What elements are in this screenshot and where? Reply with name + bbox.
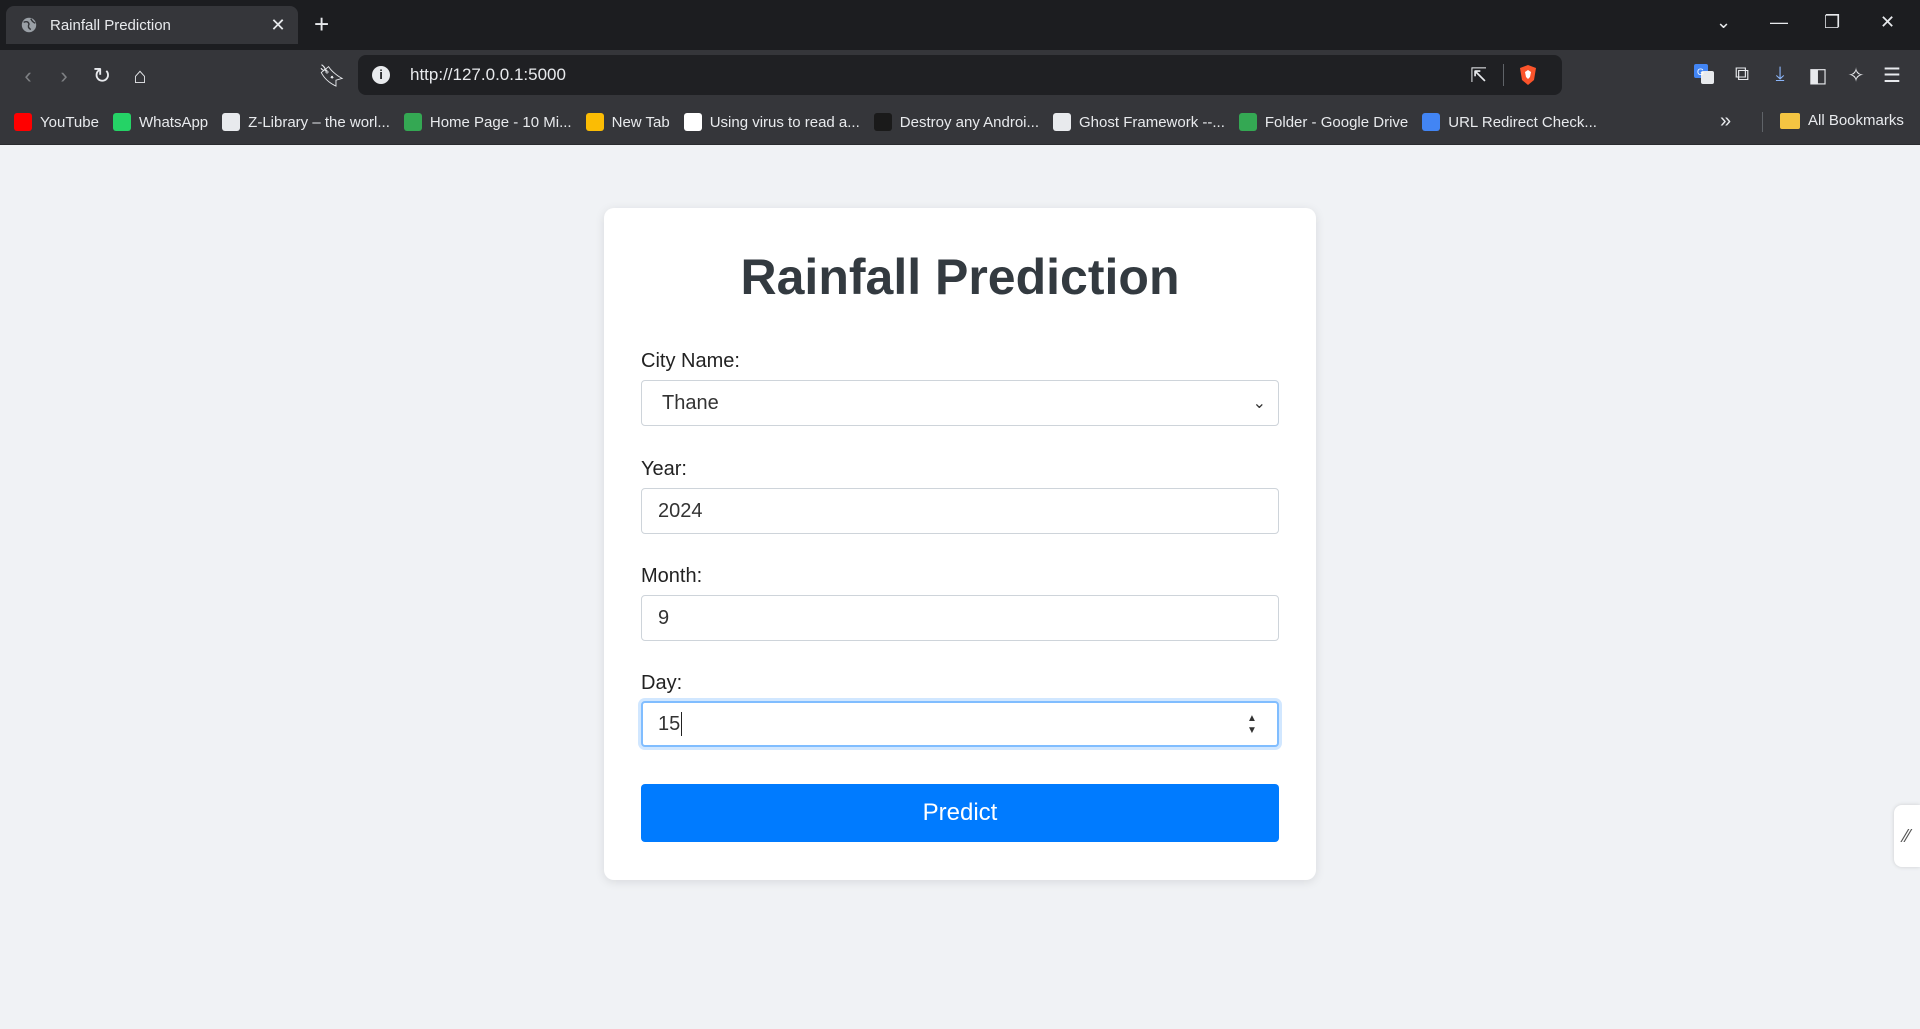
url-divider (1503, 64, 1504, 86)
address-bar[interactable]: i http://127.0.0.1:5000 ⇱ (358, 55, 1562, 95)
bookmark-favicon-icon (222, 113, 241, 131)
bookmark-favicon-icon (873, 113, 892, 131)
month-label: Month: (641, 565, 703, 587)
browser-tab[interactable]: Rainfall Prediction ✕ (6, 6, 298, 44)
side-panel-handle-icon[interactable]: ⁄⁄ (1894, 805, 1920, 867)
chevron-down-icon: ⌄ (1252, 395, 1266, 412)
browser-toolbar: ‹ › ↻ ⌂ 🔖︎ i http://127.0.0.1:5000 ⇱ G ⧉… (0, 50, 1920, 100)
site-info-icon[interactable]: i (372, 66, 390, 84)
city-select[interactable]: Thane ⌄ (641, 380, 1279, 426)
city-label: City Name: (641, 350, 740, 372)
translate-icon[interactable]: G (1692, 63, 1716, 87)
day-input[interactable]: 15 ▲ ▼ (641, 701, 1279, 747)
menu-icon[interactable]: ☰ (1880, 63, 1904, 87)
restore-icon[interactable]: ❐ (1824, 12, 1840, 33)
more-bookmarks-icon[interactable]: » (1720, 110, 1731, 133)
day-value: 15 (658, 712, 681, 735)
year-label: Year: (641, 458, 687, 480)
bookmark-favicon-icon (1053, 113, 1072, 131)
bookmark-favicon-icon (1422, 113, 1441, 131)
bookmarks-divider (1762, 112, 1763, 132)
page-content: Rainfall Prediction City Name: Thane ⌄ Y… (0, 145, 1920, 1029)
bookmarks-bar: YouTube WhatsApp Z-Library – the worl... Ho… (0, 100, 1920, 145)
bookmark-item[interactable]: New Tab (585, 113, 670, 131)
brave-shield-icon[interactable] (1518, 64, 1538, 86)
city-selected-value: Thane (662, 391, 719, 414)
bookmark-label: Using virus to read a... (709, 113, 860, 131)
home-icon[interactable]: ⌂ (128, 63, 152, 89)
text-caret (681, 712, 683, 736)
svg-text:G: G (1697, 67, 1704, 77)
prediction-form-card: Rainfall Prediction City Name: Thane ⌄ Y… (604, 208, 1316, 880)
bookmark-item[interactable]: WhatsApp (112, 113, 209, 131)
all-bookmarks-label: All Bookmarks (1808, 112, 1904, 129)
number-stepper-icon[interactable]: ▲ ▼ (1245, 713, 1259, 737)
bookmark-favicon-icon (585, 113, 604, 131)
extensions-icon[interactable]: ⧉ (1730, 63, 1754, 87)
bookmark-favicon-icon (683, 113, 702, 131)
bookmark-item[interactable]: Z-Library – the worl... (222, 113, 390, 131)
bookmark-item[interactable]: Destroy any Androi... (873, 113, 1040, 131)
browser-tab-bar: Rainfall Prediction ✕ + ⌄ — ❐ ✕ (0, 0, 1920, 50)
minimize-icon[interactable]: — (1770, 12, 1788, 33)
download-icon[interactable]: ⤓ (1768, 63, 1792, 87)
bookmark-icon[interactable]: 🔖︎ (318, 63, 346, 89)
leo-ai-icon[interactable]: ✧ (1844, 63, 1868, 87)
back-icon[interactable]: ‹ (16, 63, 40, 89)
bookmark-item[interactable]: Home Page - 10 Mi... (403, 113, 572, 131)
bookmark-item[interactable]: Using virus to read a... (683, 113, 860, 131)
forward-icon[interactable]: › (52, 63, 76, 89)
year-value: 2024 (658, 499, 703, 522)
bookmark-item[interactable]: Ghost Framework --... (1053, 113, 1225, 131)
close-tab-icon[interactable]: ✕ (264, 15, 292, 36)
folder-icon (1780, 112, 1800, 129)
bookmark-favicon-icon (14, 113, 32, 131)
bookmark-label: Home Page - 10 Mi... (429, 113, 572, 131)
bookmark-label: YouTube (40, 113, 99, 131)
day-label: Day: (641, 672, 683, 694)
bookmark-item[interactable]: URL Redirect Check... (1422, 113, 1597, 131)
month-input[interactable]: 9 (641, 595, 1279, 641)
close-window-icon[interactable]: ✕ (1880, 12, 1895, 33)
bookmark-favicon-icon (112, 113, 131, 131)
bookmark-label: Z-Library – the worl... (248, 113, 390, 131)
reload-icon[interactable]: ↻ (90, 63, 114, 89)
new-tab-icon[interactable]: + (314, 10, 329, 38)
year-input[interactable]: 2024 (641, 488, 1279, 534)
sidebar-icon[interactable]: ◧ (1806, 63, 1830, 87)
all-bookmarks-button[interactable]: All Bookmarks (1780, 112, 1904, 129)
url-text[interactable]: http://127.0.0.1:5000 (410, 65, 1470, 85)
bookmark-item[interactable]: YouTube (14, 113, 99, 131)
bookmark-favicon-icon (1238, 113, 1257, 131)
bookmark-label: Ghost Framework --... (1079, 113, 1225, 131)
bookmark-label: WhatsApp (138, 113, 209, 131)
bookmark-favicon-icon (403, 113, 422, 131)
share-icon[interactable]: ⇱ (1470, 63, 1487, 88)
tab-search-icon[interactable]: ⌄ (1716, 12, 1731, 33)
bookmark-label: Destroy any Androi... (899, 113, 1040, 131)
globe-icon (21, 17, 37, 33)
bookmark-label: Folder - Google Drive (1264, 113, 1409, 131)
tab-title: Rainfall Prediction (50, 16, 171, 34)
bookmark-label: New Tab (611, 113, 670, 131)
bookmark-item[interactable]: Folder - Google Drive (1238, 113, 1409, 131)
month-value: 9 (658, 606, 670, 629)
page-title: Rainfall Prediction (740, 249, 1180, 305)
bookmark-label: URL Redirect Check... (1448, 113, 1597, 131)
predict-button[interactable]: Predict (641, 784, 1279, 842)
